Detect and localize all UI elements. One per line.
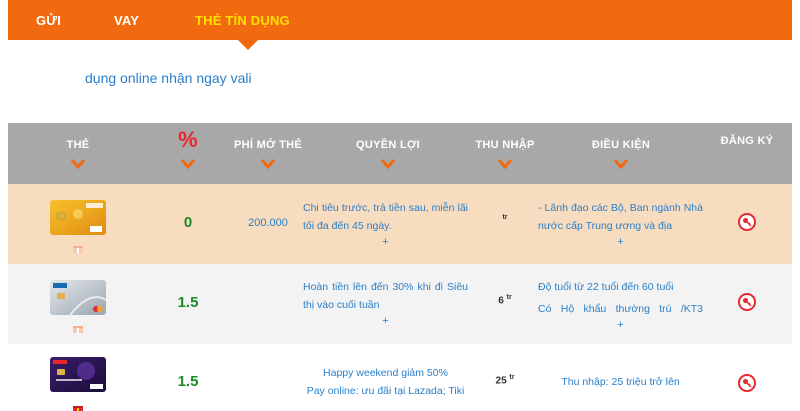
chevron-down-icon — [498, 159, 512, 169]
expand-condition-button[interactable]: + — [538, 318, 703, 332]
condition-text: Thu nhập: 25 triệu trở lên — [561, 376, 680, 388]
card-image[interactable] — [50, 357, 106, 392]
benefit-cell: Chi tiêu trước, trả tiền sau, miễn lãi t… — [303, 199, 468, 249]
header-fee-label: PHÍ MỞ THẺ — [234, 139, 302, 151]
promo-marquee-text[interactable]: dụng online nhận ngay vali — [85, 70, 252, 86]
condition-text: Độ tuổi từ 22 tuổi đến 60 tuổi — [538, 281, 674, 293]
condition-cell: Thu nhập: 25 triệu trở lên — [538, 373, 703, 391]
rate-value: 0 — [183, 214, 193, 231]
chevron-down-icon — [614, 159, 628, 169]
header-income-label: THU NHẬP — [475, 139, 535, 151]
income-unit: tr — [506, 294, 512, 301]
benefit-text: Hoàn tiền lên đến 30% khi đi Siêu thị và… — [303, 281, 468, 311]
chevron-down-icon — [181, 159, 195, 169]
income-value: 6 tr — [480, 294, 530, 306]
chevron-down-icon — [261, 159, 275, 169]
fee-value: 200.000 — [248, 217, 288, 229]
income-amount: 6 — [498, 295, 504, 307]
income-value: tr — [480, 214, 530, 226]
tab-loan[interactable]: VAY — [114, 0, 139, 40]
table-row: 1.5 Happy weekend giảm 50% Pay online: ư… — [8, 344, 792, 411]
table-header: THẺ % PHÍ MỞ THẺ QUYỀN LỢI THU NHẬP ĐIỀU… — [8, 123, 792, 184]
benefit-cell: Happy weekend giảm 50% Pay online: ưu đã… — [303, 364, 468, 400]
table-row: 1.5 Hoàn tiền lên đến 30% khi đi Siêu th… — [8, 264, 792, 344]
header-rate[interactable]: % — [158, 123, 218, 184]
credit-card-table: THẺ % PHÍ MỞ THẺ QUYỀN LỢI THU NHẬP ĐIỀU… — [8, 123, 792, 411]
key-icon — [743, 218, 752, 227]
income-amount: 25 — [495, 375, 507, 387]
condition-cell: Độ tuổi từ 22 tuổi đến 60 tuổi Có Hộ khẩ… — [538, 278, 703, 332]
card-image[interactable] — [50, 200, 106, 235]
header-fee[interactable]: PHÍ MỞ THẺ — [228, 123, 308, 184]
product-tab-bar: GỬI VAY THẺ TÍN DỤNG — [8, 0, 792, 50]
header-condition[interactable]: ĐIỀU KIỆN — [576, 123, 666, 184]
gift-icon — [73, 240, 83, 253]
expand-benefit-button[interactable]: + — [303, 314, 468, 328]
expand-condition-button[interactable]: + — [538, 235, 703, 249]
header-card-label: THẺ — [66, 139, 90, 151]
active-tab-pointer — [238, 40, 258, 50]
condition-cell: - Lãnh đạo các Bộ, Ban ngành Nhà nước cấ… — [538, 199, 703, 249]
promo-marquee: dụng online nhận ngay vali — [0, 70, 800, 88]
chevron-down-icon — [381, 159, 395, 169]
expand-benefit-button[interactable]: + — [303, 235, 468, 249]
income-unit: tr — [509, 374, 515, 381]
benefit-text-2: Pay online: ưu đãi tại Lazada; Tiki — [306, 385, 465, 397]
benefit-text: Chi tiêu trước, trả tiền sau, miễn lãi t… — [303, 202, 468, 232]
chevron-down-icon — [71, 159, 85, 169]
page: GỬI VAY THẺ TÍN DỤNG dụng online nhận ng… — [0, 0, 800, 411]
header-card[interactable]: THẺ — [30, 123, 126, 184]
header-condition-label: ĐIỀU KIỆN — [591, 139, 651, 151]
header-income[interactable]: THU NHẬP — [470, 123, 540, 184]
register-button[interactable] — [738, 213, 756, 231]
condition-text-2: Có Hộ khẩu thường trú /KT3 — [538, 303, 703, 315]
header-benefit[interactable]: QUYỀN LỢI — [338, 123, 438, 184]
gift-icon — [73, 400, 83, 411]
condition-text: - Lãnh đạo các Bộ, Ban ngành Nhà nước cấ… — [538, 202, 703, 232]
tab-deposit[interactable]: GỬI — [36, 0, 61, 40]
key-icon — [743, 379, 752, 388]
card-image[interactable] — [50, 280, 106, 315]
income-unit: tr — [502, 214, 508, 221]
table-row: 0 200.000 Chi tiêu trước, trả tiền sau, … — [8, 184, 792, 264]
rate-value: 1.5 — [177, 294, 199, 311]
header-rate-label: % — [178, 127, 198, 152]
register-button[interactable] — [738, 293, 756, 311]
gift-icon — [73, 320, 83, 333]
header-register-label: ĐĂNG KÝ — [720, 135, 774, 147]
tab-credit-card[interactable]: THẺ TÍN DỤNG — [195, 0, 290, 40]
rate-value: 1.5 — [177, 373, 199, 390]
key-icon — [743, 298, 752, 307]
benefit-cell: Hoàn tiền lên đến 30% khi đi Siêu thị và… — [303, 278, 468, 328]
header-register: ĐĂNG KÝ — [712, 123, 782, 184]
income-value: 25 tr — [480, 374, 530, 386]
header-benefit-label: QUYỀN LỢI — [355, 139, 421, 151]
benefit-text: Happy weekend giảm 50% — [323, 367, 448, 379]
register-button[interactable] — [738, 374, 756, 392]
